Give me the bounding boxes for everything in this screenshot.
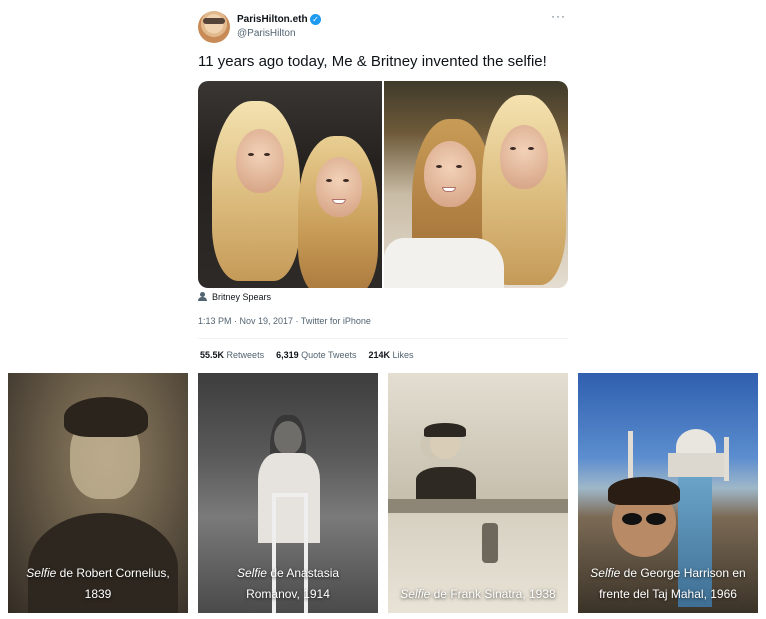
user-handle[interactable]: @ParisHilton — [237, 28, 296, 39]
likes-stat[interactable]: 214K Likes — [369, 350, 414, 360]
tweet-photo-left[interactable] — [198, 81, 382, 288]
tweet-card[interactable]: ParisHilton.eth ✓ @ParisHilton ··· 11 ye… — [188, 0, 578, 368]
quotes-count: 6,319 — [276, 350, 299, 360]
likes-count: 214K — [368, 350, 391, 360]
gallery-photo-romanov: Selfie de Anastasia Romanov, 1914 — [198, 373, 378, 613]
tagged-user-name[interactable]: Britney Spears — [212, 292, 271, 302]
quote-tweets-stat[interactable]: 6,319 Quote Tweets — [276, 350, 356, 360]
gallery-caption-4: Selfie de George Harrison en frente del … — [590, 566, 746, 601]
tagged-user[interactable]: Britney Spears — [198, 292, 271, 302]
quotes-label: Quote Tweets — [301, 350, 357, 360]
display-name[interactable]: ParisHilton.eth — [237, 14, 308, 25]
gallery-caption-2: Selfie de Anastasia Romanov, 1914 — [236, 566, 340, 601]
retweets-count: 55.5K — [200, 350, 225, 360]
verified-badge-icon: ✓ — [310, 14, 321, 25]
gallery-photo-cornelius: Selfie de Robert Cornelius, 1839 — [8, 373, 188, 613]
retweets-stat[interactable]: 55.5K Retweets — [200, 350, 264, 360]
gallery-photo-harrison: Selfie de George Harrison en frente del … — [578, 373, 758, 613]
tweet-timestamp[interactable]: 1:13 PM · Nov 19, 2017 · Twitter for iPh… — [198, 316, 371, 326]
gallery-caption-1: Selfie de Robert Cornelius, 1839 — [26, 566, 170, 601]
avatar[interactable] — [198, 11, 230, 43]
retweets-label: Retweets — [226, 350, 265, 360]
gallery-caption-3: Selfie de Frank Sinatra, 1938 — [400, 587, 556, 601]
tweet-photo-right[interactable] — [384, 81, 568, 288]
tweet-text: 11 years ago today, Me & Britney invente… — [198, 53, 547, 70]
tweet-stats: 55.5K Retweets 6,319 Quote Tweets 214K L… — [200, 350, 414, 360]
gallery-photo-sinatra: Selfie de Frank Sinatra, 1938 — [388, 373, 568, 613]
tweet-media[interactable] — [198, 81, 568, 288]
divider — [198, 338, 568, 339]
person-icon — [198, 292, 207, 301]
likes-label: Likes — [392, 350, 414, 360]
more-horizontal-icon[interactable]: ··· — [551, 9, 566, 23]
